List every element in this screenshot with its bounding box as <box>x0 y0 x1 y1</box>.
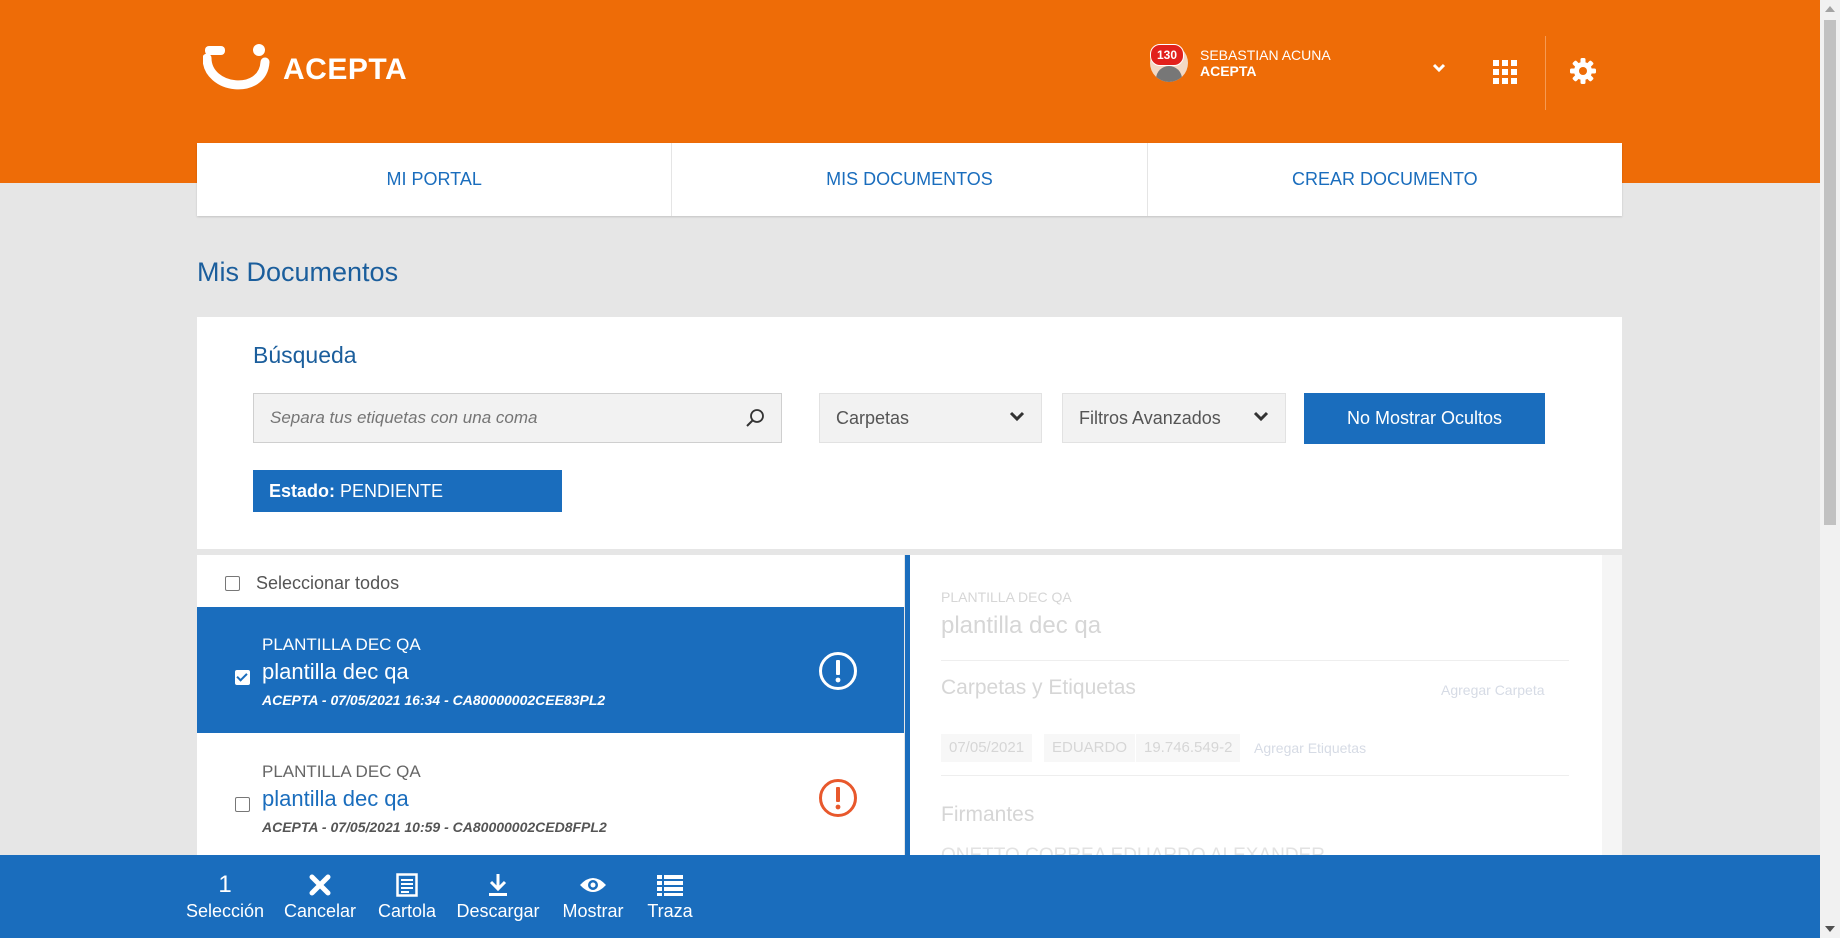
user-name: SEBASTIAN ACUNA <box>1200 47 1331 63</box>
document-detail: PLANTILLA DEC QA plantilla dec qa Carpet… <box>910 555 1622 855</box>
detail-scrollbar[interactable] <box>1602 555 1622 855</box>
detail-tag: EDUARDO <box>1044 734 1136 762</box>
user-names: SEBASTIAN ACUNA ACEPTA <box>1200 47 1331 79</box>
folders-select[interactable]: Carpetas <box>819 393 1042 443</box>
cartola-label: Cartola <box>377 901 437 921</box>
show-label: Mostrar <box>562 901 624 921</box>
scroll-up-arrow[interactable] <box>1825 6 1835 12</box>
list-item[interactable]: PLANTILLA DEC QA plantilla dec qa ACEPTA… <box>197 734 904 855</box>
page-title: Mis Documentos <box>197 257 399 287</box>
add-tags-link[interactable]: Agregar Etiquetas <box>1254 740 1366 756</box>
download-button[interactable]: Descargar <box>455 855 541 938</box>
trace-label: Traza <box>647 901 693 921</box>
detail-tag: 19.746.549-2 <box>1136 734 1241 762</box>
cancel-label: Cancelar <box>283 901 357 921</box>
item-meta: ACEPTA - 07/05/2021 10:59 - CA80000002CE… <box>262 819 607 835</box>
page-scrollbar[interactable] <box>1820 0 1840 938</box>
item-meta: ACEPTA - 07/05/2021 16:34 - CA80000002CE… <box>262 692 606 708</box>
eye-icon <box>580 878 606 892</box>
acepta-smile-icon <box>203 44 270 90</box>
document-list-icon <box>396 873 418 897</box>
scroll-down-arrow[interactable] <box>1825 926 1835 932</box>
trace-button[interactable]: Traza <box>643 855 697 938</box>
document-list: Seleccionar todos PLANTILLA DEC QA plant… <box>197 555 904 855</box>
detail-title: plantilla dec qa <box>941 612 1102 639</box>
state-chip-value: PENDIENTE <box>340 480 444 501</box>
gear-icon[interactable] <box>1570 58 1596 84</box>
select-all-label: Seleccionar todos <box>256 573 400 593</box>
apps-grid-icon[interactable] <box>1493 60 1517 84</box>
header-divider <box>1545 36 1546 110</box>
detail-folders-heading: Carpetas y Etiquetas <box>941 676 1136 699</box>
hide-hidden-button[interactable]: No Mostrar Ocultos <box>1304 393 1545 444</box>
list-icon <box>657 875 683 896</box>
chevron-down-icon[interactable] <box>1432 63 1446 73</box>
item-checkbox[interactable] <box>235 670 250 685</box>
brand-logo[interactable]: ACEPTA <box>203 42 407 98</box>
item-kicker: PLANTILLA DEC QA <box>262 635 421 654</box>
cartola-button[interactable]: Cartola <box>374 855 440 938</box>
scroll-thumb[interactable] <box>1824 20 1836 525</box>
notification-badge[interactable]: 130 <box>1150 44 1185 66</box>
search-title: Búsqueda <box>253 342 357 368</box>
state-chip-key: Estado: <box>269 480 336 501</box>
advanced-filters-label: Filtros Avanzados <box>1079 407 1221 428</box>
selection-label: Selección <box>185 901 265 921</box>
main-nav: MI PORTAL MIS DOCUMENTOS CREAR DOCUMENTO <box>197 143 1622 216</box>
chevron-down-icon <box>1253 411 1269 422</box>
alert-icon <box>819 652 857 690</box>
add-folder-link[interactable]: Agregar Carpeta <box>1441 682 1545 698</box>
advanced-filters-select[interactable]: Filtros Avanzados <box>1062 393 1286 443</box>
selection-count-value: 1 <box>218 871 232 898</box>
item-title: plantilla dec qa <box>262 786 409 811</box>
item-kicker: PLANTILLA DEC QA <box>262 762 421 781</box>
alert-icon <box>819 779 857 817</box>
detail-signer-name: ONETTO CORREA EDUARDO ALEXANDER <box>941 845 1325 855</box>
tab-mi-portal[interactable]: MI PORTAL <box>197 143 673 216</box>
detail-divider <box>941 775 1569 776</box>
search-panel: Búsqueda Carpetas Filtros Avanzados No M… <box>197 317 1622 549</box>
folders-select-label: Carpetas <box>836 407 910 428</box>
search-input[interactable] <box>254 394 781 442</box>
chevron-down-icon <box>1009 411 1025 422</box>
item-checkbox[interactable] <box>235 797 250 812</box>
list-item[interactable]: PLANTILLA DEC QA plantilla dec qa ACEPTA… <box>197 607 904 733</box>
download-icon <box>489 874 507 896</box>
select-all[interactable]: Seleccionar todos <box>225 573 399 594</box>
show-button[interactable]: Mostrar <box>557 855 629 938</box>
close-icon <box>309 874 331 896</box>
tab-crear-documento[interactable]: CREAR DOCUMENTO <box>1148 143 1622 216</box>
item-title: plantilla dec qa <box>262 659 409 684</box>
user-org: ACEPTA <box>1200 63 1257 79</box>
detail-tag: 07/05/2021 <box>941 734 1033 762</box>
select-all-checkbox[interactable] <box>225 576 240 591</box>
download-label: Descargar <box>456 901 540 921</box>
detail-divider <box>941 660 1569 661</box>
detail-kicker: PLANTILLA DEC QA <box>941 589 1072 605</box>
selection-count: 1 Selección <box>186 855 264 938</box>
brand-name: ACEPTA <box>283 53 408 86</box>
action-bar: 1 Selección Cancelar Cartola Descargar M… <box>0 855 1820 938</box>
state-filter-chip[interactable]: Estado: PENDIENTE <box>253 470 562 512</box>
search-field <box>253 393 782 443</box>
tab-mis-documentos[interactable]: MIS DOCUMENTOS <box>672 143 1148 216</box>
cancel-button[interactable]: Cancelar <box>284 855 356 938</box>
search-icon[interactable] <box>745 408 765 428</box>
detail-signers-heading: Firmantes <box>941 803 1035 826</box>
